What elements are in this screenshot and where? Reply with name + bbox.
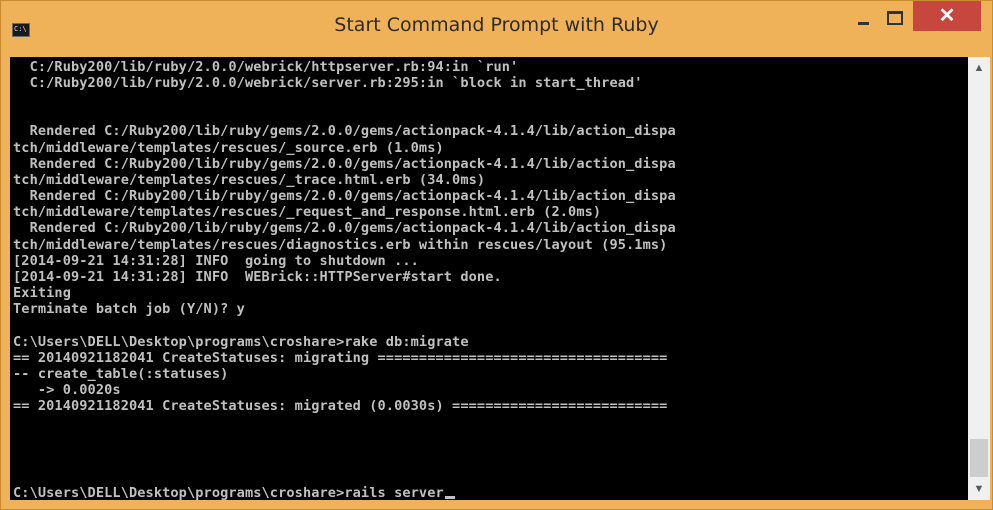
close-icon: ✕ xyxy=(938,5,956,27)
console-output[interactable]: C:/Ruby200/lib/ruby/2.0.0/webrick/httpse… xyxy=(10,57,968,500)
console-line: Rendered C:/Ruby200/lib/ruby/gems/2.0.0/… xyxy=(13,188,676,204)
console-line: Terminate batch job (Y/N)? y xyxy=(13,301,245,317)
maximize-button[interactable] xyxy=(881,1,909,35)
scroll-thumb[interactable] xyxy=(970,439,988,477)
console-line: [2014-09-21 14:31:28] INFO going to shut… xyxy=(13,253,419,269)
console-line: -> 0.0020s xyxy=(13,382,121,398)
minimize-icon xyxy=(857,21,869,25)
console-line: Rendered C:/Ruby200/lib/ruby/gems/2.0.0/… xyxy=(13,220,676,236)
console-line: == 20140921182041 CreateStatuses: migrat… xyxy=(13,398,668,414)
maximize-icon xyxy=(887,11,903,25)
console-line: -- create_table(:statuses) xyxy=(13,366,229,382)
scroll-up-button[interactable]: ▲ xyxy=(968,57,990,79)
console-line: C:/Ruby200/lib/ruby/2.0.0/webrick/server… xyxy=(13,75,643,91)
console-line: tch/middleware/templates/rescues/_trace.… xyxy=(13,172,486,188)
minimize-button[interactable] xyxy=(849,1,877,35)
console-line: C:/Ruby200/lib/ruby/2.0.0/webrick/httpse… xyxy=(13,59,519,75)
text-cursor xyxy=(444,496,455,499)
console-prompt-line[interactable]: C:\Users\DELL\Desktop\programs\croshare>… xyxy=(13,485,455,500)
console-line: Exiting xyxy=(13,285,71,301)
close-button[interactable]: ✕ xyxy=(913,1,981,31)
scroll-down-button[interactable]: ▼ xyxy=(968,478,990,500)
prompt-text: C:\Users\DELL\Desktop\programs\croshare>… xyxy=(13,485,444,500)
window-title: Start Command Prompt with Ruby xyxy=(334,14,659,36)
console-line: Rendered C:/Ruby200/lib/ruby/gems/2.0.0/… xyxy=(13,156,676,172)
chevron-down-icon: ▼ xyxy=(973,483,985,495)
console-window: C:\ Start Command Prompt with Ruby ✕ C:/… xyxy=(0,0,993,510)
title-bar[interactable]: C:\ Start Command Prompt with Ruby ✕ xyxy=(1,1,992,57)
vertical-scrollbar[interactable]: ▲ ▼ xyxy=(968,57,990,500)
console-line: Rendered C:/Ruby200/lib/ruby/gems/2.0.0/… xyxy=(13,123,676,139)
console-line: tch/middleware/templates/rescues/_reques… xyxy=(13,204,602,220)
console-line: == 20140921182041 CreateStatuses: migrat… xyxy=(13,350,668,366)
console-line: tch/middleware/templates/rescues/_source… xyxy=(13,140,444,156)
console-line: tch/middleware/templates/rescues/diagnos… xyxy=(13,237,668,253)
chevron-up-icon: ▲ xyxy=(973,62,985,74)
console-line: [2014-09-21 14:31:28] INFO WEBrick::HTTP… xyxy=(13,269,502,285)
console-line: C:\Users\DELL\Desktop\programs\croshare>… xyxy=(13,334,469,350)
